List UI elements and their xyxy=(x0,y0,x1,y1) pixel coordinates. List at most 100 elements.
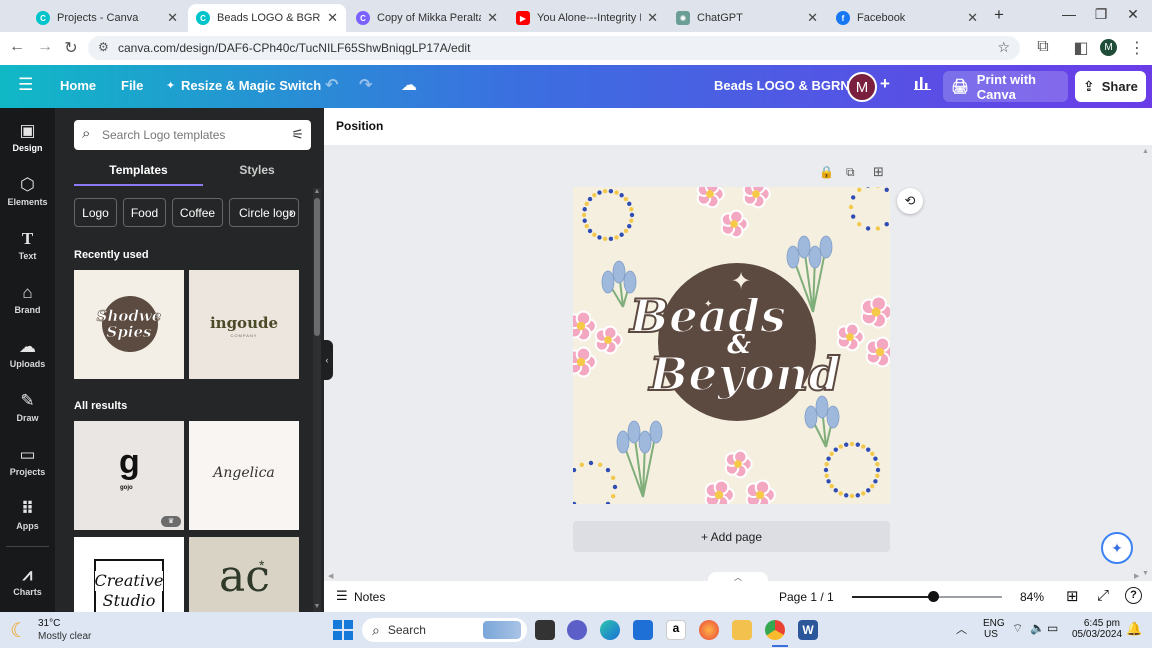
rail-item-projects[interactable]: ▭ Projects xyxy=(0,445,55,477)
browser-tab-facebook[interactable]: f Facebook ✕ xyxy=(828,4,986,32)
close-tab-icon[interactable]: ✕ xyxy=(967,10,978,26)
add-page-icon[interactable]: ⊞ xyxy=(873,164,884,180)
tab-styles[interactable]: Styles xyxy=(203,163,311,177)
page-indicator[interactable]: Page 1 / 1 xyxy=(779,590,834,604)
filter-chip-coffee[interactable]: Coffee xyxy=(172,198,223,227)
weather-temperature[interactable]: 31°C xyxy=(38,618,60,629)
new-tab-button[interactable]: + xyxy=(984,5,1014,25)
template-thumb-creative-studio[interactable]: Creative Studio xyxy=(74,537,184,612)
back-icon[interactable]: ← xyxy=(6,38,28,56)
side-panel-icon[interactable]: ◧ xyxy=(1070,38,1092,58)
edge-browser-icon[interactable] xyxy=(600,620,620,640)
close-tab-icon[interactable]: ✕ xyxy=(327,10,338,26)
filter-sliders-icon[interactable]: ⚟ xyxy=(291,126,304,143)
scroll-down-icon[interactable]: ▼ xyxy=(313,603,321,610)
browser-tab-youtube[interactable]: ▶ You Alone---Integrity Mus ✕ xyxy=(508,4,666,32)
window-close-icon[interactable]: ✕ xyxy=(1118,6,1148,23)
notification-bell-icon[interactable]: 🔔 xyxy=(1126,621,1142,637)
word-icon[interactable]: W xyxy=(798,620,818,640)
weather-condition[interactable]: Mostly clear xyxy=(38,631,91,642)
rail-item-text[interactable]: T Text xyxy=(0,229,55,261)
collaborator-avatar[interactable]: M xyxy=(847,72,877,102)
browser-tab-copy-mikka[interactable]: C Copy of Mikka Peralta_TEA ✕ xyxy=(348,4,506,32)
home-button[interactable]: Home xyxy=(60,78,96,93)
template-thumb-angelica[interactable]: Angelica xyxy=(189,421,299,530)
browser-tab-projects[interactable]: C Projects - Canva ✕ xyxy=(28,4,186,32)
design-page[interactable]: ✦ ✦ ✦ Beads & Beyond xyxy=(573,187,890,504)
add-page-button[interactable]: + Add page xyxy=(573,521,890,552)
duplicate-page-icon[interactable]: ⧉ xyxy=(846,165,855,180)
template-thumb-shodwe[interactable]: Shodwe Spies xyxy=(74,270,184,379)
zoom-slider-thumb[interactable] xyxy=(928,591,939,602)
minimize-icon[interactable]: — xyxy=(1054,6,1084,22)
firefox-icon[interactable] xyxy=(699,620,719,640)
browser-menu-icon[interactable]: ⋮ xyxy=(1126,38,1148,58)
site-settings-icon[interactable]: ⚙ xyxy=(98,40,109,54)
language-indicator[interactable]: ENG US xyxy=(983,618,1005,640)
microsoft-store-icon[interactable] xyxy=(633,620,653,640)
scroll-down-icon[interactable]: ▼ xyxy=(1142,570,1149,577)
tab-templates[interactable]: Templates xyxy=(74,163,203,177)
redo-icon[interactable]: ↷ xyxy=(359,75,372,95)
battery-icon[interactable]: ▭ xyxy=(1047,621,1058,635)
bookmark-star-icon[interactable]: ☆ xyxy=(997,39,1010,56)
cloud-saved-icon[interactable]: ☁ xyxy=(401,75,417,95)
extensions-icon[interactable]: ⧉ xyxy=(1032,38,1054,56)
resize-magic-switch-button[interactable]: Resize & Magic Switch xyxy=(181,78,321,93)
restore-icon[interactable]: ❐ xyxy=(1086,6,1116,23)
template-thumb-ac[interactable]: ac * xyxy=(189,537,299,612)
position-button[interactable]: Position xyxy=(336,119,383,133)
notes-button[interactable]: Notes xyxy=(354,590,385,604)
hamburger-menu-icon[interactable]: ☰ xyxy=(18,75,33,95)
scroll-up-icon[interactable]: ▲ xyxy=(313,188,321,195)
share-button[interactable]: ⇪ Share xyxy=(1075,71,1146,102)
close-tab-icon[interactable]: ✕ xyxy=(487,10,498,26)
design-title[interactable]: Beads LOGO & BGRND xyxy=(714,78,859,93)
taskbar-search[interactable]: ⌕ Search xyxy=(362,618,527,642)
browser-tab-chatgpt[interactable]: ✺ ChatGPT ✕ xyxy=(668,4,826,32)
forward-icon[interactable]: → xyxy=(34,38,56,56)
rail-item-charts[interactable]: ⩘ Charts xyxy=(0,565,55,597)
scroll-up-icon[interactable]: ▲ xyxy=(1142,148,1149,155)
notes-icon[interactable]: ☰ xyxy=(336,588,348,604)
collapse-panel-handle[interactable]: ‹ xyxy=(321,340,333,380)
url-field[interactable]: ⚙ canva.com/design/DAF6-CPh40c/TucNILF65… xyxy=(88,36,1020,60)
file-menu-button[interactable]: File xyxy=(121,78,143,93)
show-hidden-icons-icon[interactable]: ︿ xyxy=(956,621,967,637)
scroll-left-icon[interactable]: ◀ xyxy=(328,572,333,580)
rail-item-apps[interactable]: ⠿ Apps xyxy=(0,499,55,531)
close-tab-icon[interactable]: ✕ xyxy=(647,10,658,26)
insights-chart-icon[interactable] xyxy=(914,75,931,94)
chrome-icon[interactable] xyxy=(765,620,785,640)
chevron-right-icon[interactable]: › xyxy=(289,204,294,220)
file-explorer-app-icon[interactable] xyxy=(535,620,555,640)
rail-item-uploads[interactable]: ☁ Uploads xyxy=(0,337,55,369)
zoom-percent[interactable]: 84% xyxy=(1020,590,1044,604)
volume-icon[interactable]: 🔈 xyxy=(1030,621,1045,635)
reload-icon[interactable]: ↻ xyxy=(60,38,82,58)
browser-tab-beads[interactable]: C Beads LOGO & BGRND - L ✕ xyxy=(188,4,346,32)
comment-add-icon[interactable]: ⟲ xyxy=(897,188,923,214)
amazon-icon[interactable]: a xyxy=(666,620,686,640)
panel-scrollbar-thumb[interactable] xyxy=(314,198,320,336)
rail-item-elements[interactable]: ⬡ Elements xyxy=(0,175,55,207)
grid-view-icon[interactable]: ⊞ xyxy=(1066,587,1079,605)
magic-assistant-icon[interactable]: ✦ xyxy=(1101,532,1133,564)
fullscreen-icon[interactable]: ⤢ xyxy=(1097,587,1109,604)
folder-icon[interactable] xyxy=(732,620,752,640)
close-tab-icon[interactable]: ✕ xyxy=(167,10,178,26)
help-icon[interactable]: ? xyxy=(1125,587,1142,604)
teams-meet-icon[interactable] xyxy=(567,620,587,640)
wifi-icon[interactable]: ⌔ xyxy=(1012,621,1023,636)
undo-icon[interactable]: ↶ xyxy=(325,75,338,95)
print-with-canva-button[interactable]: 🖨 Print with Canva xyxy=(943,71,1068,102)
template-thumb-gojo[interactable]: g gojo ♛ xyxy=(74,421,184,530)
rail-item-design[interactable]: ▣ Design xyxy=(0,121,55,153)
close-tab-icon[interactable]: ✕ xyxy=(807,10,818,26)
rail-item-brand[interactable]: ⌂ Brand xyxy=(0,283,55,315)
windows-start-icon[interactable] xyxy=(333,620,353,640)
filter-chip-logo[interactable]: Logo xyxy=(74,198,117,227)
profile-avatar[interactable]: M xyxy=(1100,39,1117,56)
template-search-input[interactable]: ⌕ Search Logo templates ⚟ xyxy=(74,120,311,150)
filter-chip-food[interactable]: Food xyxy=(123,198,166,227)
